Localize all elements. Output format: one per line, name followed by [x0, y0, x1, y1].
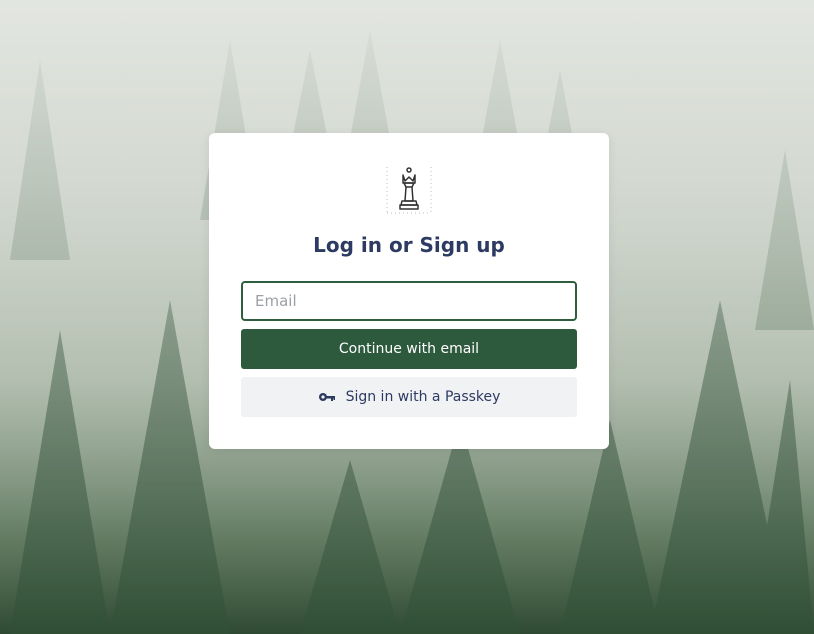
chess-queen-logo-icon	[386, 167, 432, 214]
passkey-button-label: Sign in with a Passkey	[345, 389, 501, 405]
email-field[interactable]	[241, 281, 577, 321]
sign-in-passkey-button[interactable]: Sign in with a Passkey	[241, 377, 577, 417]
key-icon	[318, 393, 335, 401]
page-title: Log in or Sign up	[313, 233, 505, 257]
continue-button-label: Continue with email	[338, 341, 480, 357]
continue-with-email-button[interactable]: Continue with email	[241, 329, 577, 369]
